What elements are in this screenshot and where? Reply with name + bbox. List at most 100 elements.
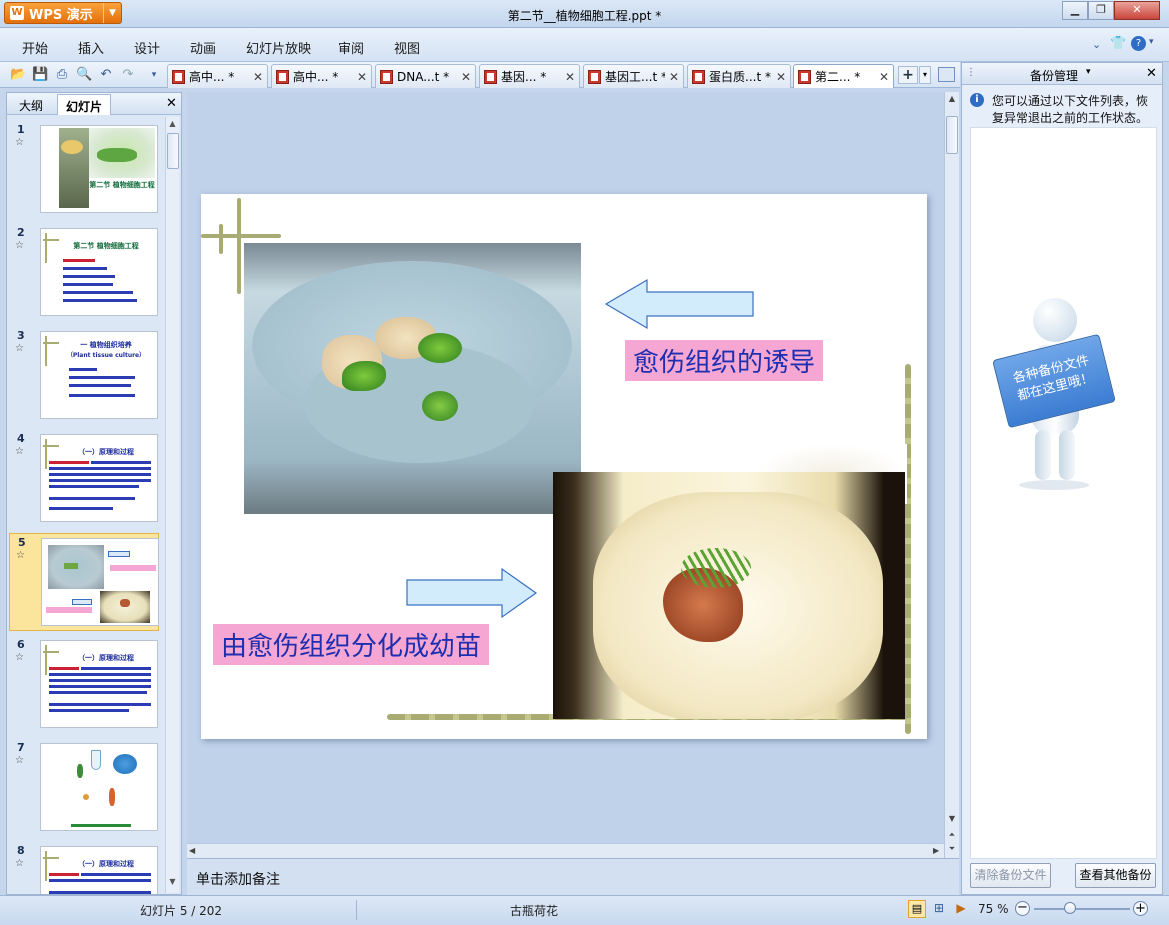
animation-star-icon: ☆ (15, 858, 24, 869)
menu-design[interactable]: 设计 (134, 38, 160, 57)
vine-decoration (237, 198, 241, 294)
ppt-file-icon (798, 69, 811, 84)
menu-view[interactable]: 视图 (394, 38, 420, 57)
editor-horizontal-scrollbar[interactable]: ◀ ▶ (187, 843, 944, 858)
scroll-left-icon[interactable]: ◀ (189, 846, 195, 855)
slide-thumb-2[interactable]: 2 ☆ 第二节 植物细胞工程 (9, 224, 159, 322)
close-tab-icon[interactable]: ✕ (357, 70, 367, 84)
close-tab-icon[interactable]: ✕ (461, 70, 471, 84)
customize-toolbar-icon[interactable]: ▾ (146, 67, 162, 83)
scroll-thumb[interactable] (167, 133, 179, 169)
clear-backup-button[interactable]: 清除备份文件 (970, 863, 1051, 888)
animation-star-icon: ☆ (15, 755, 24, 766)
redo-icon[interactable]: ↷ (120, 67, 136, 83)
theme-name[interactable]: 古瓶荷花 (510, 902, 558, 919)
close-panel-icon[interactable]: ✕ (166, 96, 177, 111)
slide-thumb-4[interactable]: 4 ☆ （一）原理和过程 (9, 430, 159, 528)
close-tab-icon[interactable]: ✕ (669, 70, 679, 84)
doc-tab-4[interactable]: 基因... * ✕ (479, 64, 580, 88)
scroll-up-icon[interactable]: ▲ (946, 94, 958, 103)
scroll-right-icon[interactable]: ▶ (933, 846, 939, 855)
close-tab-icon[interactable]: ✕ (879, 70, 889, 84)
menu-review[interactable]: 审阅 (338, 38, 364, 57)
slide-sorter-view-icon[interactable]: ⊞ (930, 900, 948, 918)
open-icon[interactable]: 📂 (10, 67, 26, 83)
wps-app-menu-button[interactable]: W WPS 演示 ▼ (4, 2, 122, 24)
slide-canvas[interactable]: 愈伤组织的诱导 由愈伤组织分化成幼苗 (201, 194, 927, 739)
doc-tab-7-active[interactable]: 第二... * ✕ (793, 64, 894, 88)
help-icon[interactable]: ? (1131, 36, 1146, 51)
undo-icon[interactable]: ↶ (98, 67, 114, 83)
print-preview-icon[interactable]: 🔍 (76, 67, 92, 83)
zoom-in-icon[interactable]: + (1133, 901, 1148, 916)
help-dropdown-icon[interactable]: ▾ (1149, 37, 1154, 47)
close-tab-icon[interactable]: ✕ (565, 70, 575, 84)
doc-tab-1[interactable]: 高中... * ✕ (167, 64, 268, 88)
panel-title[interactable]: 备份管理 (1030, 67, 1078, 84)
menu-slideshow[interactable]: 幻灯片放映 (246, 38, 311, 57)
tab-outline[interactable]: 大纲 (11, 94, 51, 115)
menu-insert[interactable]: 插入 (78, 38, 104, 57)
normal-view-icon[interactable]: ▤ (908, 900, 926, 918)
new-tab-plus-icon[interactable]: + (898, 66, 918, 84)
tab-list-dropdown-icon[interactable]: ▾ (919, 66, 931, 84)
close-window-button[interactable]: ✕ (1114, 1, 1160, 20)
save-icon[interactable]: 💾 (32, 67, 48, 83)
slide-thumb-1[interactable]: 1 ☆ 第二节 植物细胞工程 (9, 121, 159, 219)
slideshow-view-icon[interactable]: ▶ (952, 900, 970, 918)
close-tab-icon[interactable]: ✕ (253, 70, 263, 84)
zoom-level[interactable]: 75 % (978, 902, 1009, 916)
panel-menu-dropdown-icon[interactable]: ▾ (1086, 67, 1091, 77)
slide-thumb-6[interactable]: 6 ☆ （一）原理和过程 (9, 636, 159, 734)
next-slide-icon[interactable]: ⏷ (946, 844, 958, 854)
doc-tab-5[interactable]: 基因工...t * ✕ (583, 64, 684, 88)
mascot-illustration: 各种备份文件 都在这里哦！ (992, 298, 1135, 498)
menu-home[interactable]: 开始 (22, 38, 48, 57)
slides-panel: 大纲 幻灯片 ✕ 1 ☆ 第二节 植物细胞工程 2 ☆ 第二节 植物细胞工程 3… (6, 92, 182, 895)
ribbon-collapse-icon[interactable]: ⌄ (1092, 38, 1101, 51)
slide-thumb-5-selected[interactable]: 5 ☆ (9, 533, 159, 631)
slide-thumb-3[interactable]: 3 ☆ 一 植物组织培养 （Plant tissue culture） (9, 327, 159, 425)
doc-tab-6[interactable]: 蛋白质...t * ✕ (687, 64, 791, 88)
print-icon[interactable]: ⎙ (54, 67, 70, 83)
scroll-thumb[interactable] (946, 116, 958, 154)
animation-star-icon: ☆ (16, 550, 25, 561)
animation-star-icon: ☆ (15, 652, 24, 663)
zoom-out-icon[interactable]: − (1015, 901, 1030, 916)
maximize-button[interactable]: ❐ (1088, 1, 1114, 20)
panel-tabs: 大纲 幻灯片 ✕ (7, 93, 181, 115)
notes-pane[interactable]: 单击添加备注 (187, 858, 959, 895)
backup-manager-panel: ⋮ 备份管理 ▾ ✕ i 您可以通过以下文件列表，恢复异常退出之前的工作状态。 … (961, 62, 1163, 895)
window-title: 第二节__植物细胞工程.ppt * (507, 9, 662, 23)
menu-animation[interactable]: 动画 (190, 38, 216, 57)
animation-star-icon: ☆ (15, 343, 24, 354)
wps-logo-icon: W (10, 6, 24, 20)
doc-tab-3[interactable]: DNA...t * ✕ (375, 64, 476, 88)
slides-scrollbar[interactable]: ▲ ▼ (165, 117, 179, 893)
ppt-file-icon (692, 69, 705, 84)
minimize-button[interactable]: ▁ (1062, 1, 1088, 20)
doc-tab-2[interactable]: 高中... * ✕ (271, 64, 372, 88)
scroll-down-icon[interactable]: ▼ (167, 877, 178, 889)
slide-thumb-8[interactable]: 8 ☆ （一）原理和过程 (9, 842, 159, 894)
animation-star-icon: ☆ (15, 446, 24, 457)
caption-callus-to-seedling: 由愈伤组织分化成幼苗 (213, 624, 490, 665)
window-mode-icon[interactable] (938, 67, 955, 82)
scroll-down-icon[interactable]: ▼ (946, 814, 958, 823)
grip-icon[interactable]: ⋮ (966, 67, 976, 78)
slide-thumb-7[interactable]: 7 ☆ (9, 739, 159, 837)
previous-slide-icon[interactable]: ⏶ (946, 830, 958, 840)
scroll-up-icon[interactable]: ▲ (167, 119, 178, 131)
tab-slides[interactable]: 幻灯片 (57, 94, 112, 115)
zoom-slider-track[interactable] (1034, 908, 1130, 910)
close-panel-icon[interactable]: ✕ (1146, 66, 1157, 81)
editor-vertical-scrollbar[interactable]: ▲ ▼ ⏶ ⏷ (944, 92, 959, 858)
zoom-slider-thumb[interactable] (1064, 902, 1076, 914)
close-tab-icon[interactable]: ✕ (776, 70, 786, 84)
ppt-file-icon (380, 69, 393, 84)
view-other-backups-button[interactable]: 查看其他备份 (1075, 863, 1156, 888)
skin-icon[interactable]: 👕 (1110, 36, 1126, 51)
notes-placeholder[interactable]: 单击添加备注 (196, 869, 280, 889)
backup-file-list[interactable]: 各种备份文件 都在这里哦！ (970, 127, 1157, 859)
ppt-file-icon (172, 69, 185, 84)
